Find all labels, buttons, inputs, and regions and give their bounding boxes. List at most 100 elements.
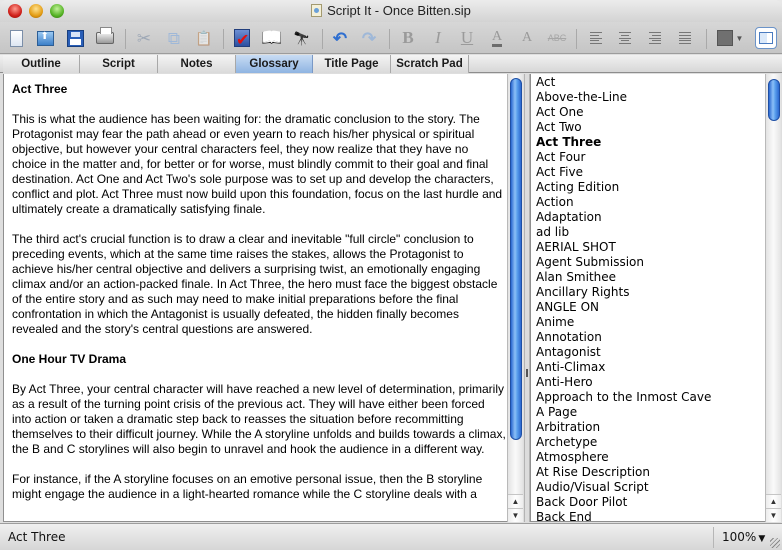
scroll-up-arrow[interactable]: ▲ xyxy=(508,494,523,508)
align-right-icon xyxy=(649,32,661,44)
glossary-item[interactable]: Above-the-Line xyxy=(536,90,761,105)
glossary-list[interactable]: Act Above-the-Line Act One Act Two Act Three… xyxy=(536,75,761,525)
glossary-item[interactable]: AERIAL SHOT xyxy=(536,240,761,255)
glossary-item[interactable]: Act Two xyxy=(536,120,761,135)
glossary-item[interactable]: Act Three xyxy=(536,135,761,150)
glossary-item[interactable]: Archetype xyxy=(536,435,761,450)
definition-paragraph: By Act Three, your central character wil… xyxy=(12,382,506,456)
glossary-item[interactable]: Agent Submission xyxy=(536,255,761,270)
glossary-item[interactable]: Back Door Pilot xyxy=(536,495,761,510)
underline-button[interactable]: U xyxy=(456,27,478,49)
definition-scrollbar[interactable]: ▲ ▼ xyxy=(507,74,523,522)
glossary-item[interactable]: Act xyxy=(536,75,761,90)
window-title-text: Script It - Once Bitten.sip xyxy=(327,3,471,18)
tab-title-page[interactable]: Title Page xyxy=(313,55,391,73)
color-swatch-dropdown[interactable]: ▼ xyxy=(714,27,746,49)
tab-outline[interactable]: Outline xyxy=(3,55,80,73)
align-left-button[interactable] xyxy=(585,27,607,49)
glossary-item[interactable]: Approach to the Inmost Cave xyxy=(536,390,761,405)
tab-glossary[interactable]: Glossary xyxy=(236,55,313,73)
redo-button[interactable]: ↷ xyxy=(358,27,380,49)
redo-arrow-icon: ↷ xyxy=(361,28,377,48)
paste-clipboard-icon: 📋 xyxy=(195,30,213,46)
toolbar-separator xyxy=(576,29,577,49)
glossary-item[interactable]: Anime xyxy=(536,315,761,330)
underline-icon: U xyxy=(460,28,474,47)
zoom-level-value: 100% xyxy=(722,530,757,544)
sidebar-panel-icon xyxy=(755,27,777,49)
toggle-panel-button[interactable] xyxy=(754,26,778,50)
document-proxy-icon[interactable] xyxy=(311,4,323,17)
glossary-item[interactable]: Adaptation xyxy=(536,210,761,225)
glossary-item[interactable]: A Page xyxy=(536,405,761,420)
glossary-item[interactable]: Annotation xyxy=(536,330,761,345)
glossary-item[interactable]: Atmosphere xyxy=(536,450,761,465)
scroll-down-arrow[interactable]: ▼ xyxy=(766,508,781,522)
copy-button[interactable]: ⧉ xyxy=(163,27,185,49)
tab-script[interactable]: Script xyxy=(80,55,158,73)
justify-icon xyxy=(679,32,691,44)
justify-button[interactable] xyxy=(674,27,696,49)
glossary-item[interactable]: At Rise Description xyxy=(536,465,761,480)
save-button[interactable] xyxy=(64,27,86,49)
definition-subheading: One Hour TV Drama xyxy=(12,352,127,366)
new-document-icon xyxy=(9,29,23,47)
glossary-book-button[interactable]: 📖 xyxy=(261,27,283,49)
scissors-icon: ✂ xyxy=(136,28,152,48)
glossary-item[interactable]: Action xyxy=(536,195,761,210)
printer-icon xyxy=(96,27,114,44)
glossary-item[interactable]: ANGLE ON xyxy=(536,300,761,315)
glossary-scrollbar[interactable]: ▲ ▼ xyxy=(765,74,781,522)
glossary-item[interactable]: Acting Edition xyxy=(536,180,761,195)
glossary-item[interactable]: Alan Smithee xyxy=(536,270,761,285)
align-left-icon xyxy=(590,32,602,44)
definition-paragraph: This is what the audience has been waiti… xyxy=(12,112,503,216)
tab-scratch-pad[interactable]: Scratch Pad xyxy=(391,55,469,73)
definition-text[interactable]: Act Three This is what the audience has … xyxy=(12,82,506,517)
tab-notes[interactable]: Notes xyxy=(158,55,236,73)
toolbar-separator xyxy=(706,29,707,49)
definition-paragraph: For instance, if the A storyline focuses… xyxy=(12,472,483,501)
glossary-item[interactable]: Act Five xyxy=(536,165,761,180)
font-size-button[interactable]: A xyxy=(516,27,538,49)
align-center-icon xyxy=(619,32,631,44)
status-bar: Act Three 100% ▼ xyxy=(0,523,782,550)
glossary-item[interactable]: Arbitration xyxy=(536,420,761,435)
open-button[interactable] xyxy=(34,27,56,49)
resize-grip-icon[interactable] xyxy=(770,538,780,548)
glossary-item[interactable]: Anti-Climax xyxy=(536,360,761,375)
paste-button[interactable]: 📋 xyxy=(193,27,215,49)
strikethrough-button[interactable]: ABC xyxy=(546,27,568,49)
scrollbar-thumb[interactable] xyxy=(768,79,780,121)
bold-icon: B xyxy=(402,28,414,47)
glossary-item[interactable]: ad lib xyxy=(536,225,761,240)
italic-button[interactable]: I xyxy=(427,27,449,49)
glossary-item[interactable]: Ancillary Rights xyxy=(536,285,761,300)
definition-pane[interactable]: Act Three This is what the audience has … xyxy=(3,74,523,522)
print-button[interactable] xyxy=(94,27,116,49)
align-right-button[interactable] xyxy=(644,27,666,49)
scroll-down-arrow[interactable]: ▼ xyxy=(508,508,523,522)
definition-paragraph: The third act's crucial function is to d… xyxy=(12,232,498,336)
glossary-item[interactable]: Audio/Visual Script xyxy=(536,480,761,495)
glossary-item[interactable]: Act One xyxy=(536,105,761,120)
glossary-item[interactable]: Antagonist xyxy=(536,345,761,360)
toolbar-separator xyxy=(125,29,126,49)
toolbar: ✂ ⧉ 📋 📖 🔭 ↶ ↷ B I U A A ABC ▼ xyxy=(0,22,782,54)
align-center-button[interactable] xyxy=(614,27,636,49)
cut-button[interactable]: ✂ xyxy=(133,27,155,49)
new-document-button[interactable] xyxy=(5,27,27,49)
undo-button[interactable]: ↶ xyxy=(329,27,351,49)
window-title: Script It - Once Bitten.sip xyxy=(0,3,782,18)
text-color-button[interactable]: A xyxy=(486,27,508,49)
scrollbar-thumb[interactable] xyxy=(510,78,522,440)
glossary-item[interactable]: Anti-Hero xyxy=(536,375,761,390)
zoom-level-dropdown[interactable]: 100% ▼ xyxy=(722,530,765,544)
find-button[interactable]: 🔭 xyxy=(291,27,313,49)
toolbar-separator xyxy=(322,29,323,49)
bold-button[interactable]: B xyxy=(397,27,419,49)
glossary-item[interactable]: Act Four xyxy=(536,150,761,165)
spell-check-button[interactable] xyxy=(231,27,253,50)
chevron-down-icon: ▼ xyxy=(758,534,766,544)
scroll-up-arrow[interactable]: ▲ xyxy=(766,494,781,508)
